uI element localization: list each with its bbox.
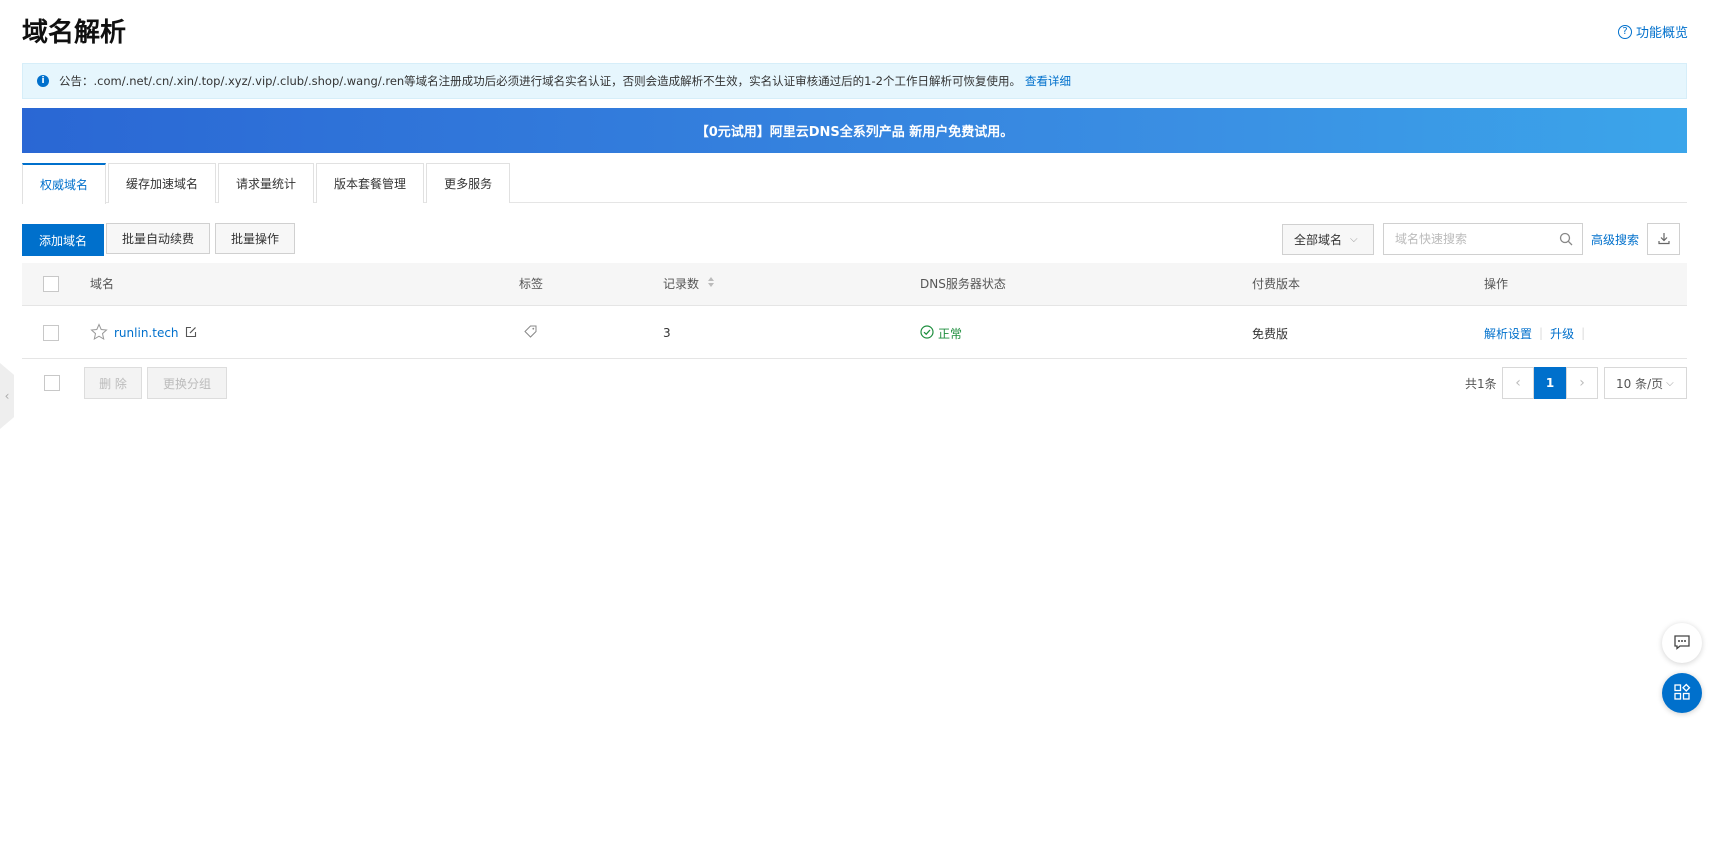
divider: | [1581,326,1586,340]
upgrade-link[interactable]: 升级 [1550,325,1574,342]
domain-filter-select[interactable]: 全部域名 ⌵ [1282,224,1374,255]
download-icon [1657,231,1671,248]
apps-icon [1673,683,1691,704]
notice-bar: i 公告：.com/.net/.cn/.xin/.top/.xyz/.vip/.… [22,63,1687,99]
page-size-select[interactable]: 10 条/页 ⌵ [1604,367,1687,399]
table-row: runlin.tech 3 正常 免费版 解析设置 | 升级 | [22,307,1687,359]
edition-cell: 免费版 [1252,326,1289,341]
dns-status-text: 正常 [938,326,963,341]
domain-filter-value: 全部域名 [1294,233,1343,247]
info-icon: i [37,75,49,87]
divider: | [1539,326,1544,340]
star-icon[interactable] [90,322,108,344]
tab-version-plans[interactable]: 版本套餐管理 [316,163,425,203]
column-header-records[interactable]: 记录数 [663,263,715,306]
sidebar-collapse-handle[interactable]: ‹ [0,363,14,429]
next-page-button[interactable]: › [1566,367,1598,399]
apps-float-button[interactable] [1662,673,1702,713]
prev-page-button[interactable]: ‹ [1502,367,1534,399]
select-all-checkbox[interactable] [43,276,59,292]
domain-cell: runlin.tech [90,307,197,359]
search-icon[interactable] [1559,232,1573,249]
overview-link-label: 功能概览 [1635,26,1688,41]
check-circle-icon [920,324,934,342]
edit-icon[interactable] [185,326,197,341]
chat-float-button[interactable] [1662,623,1702,663]
add-domain-button[interactable]: 添加域名 [22,224,104,256]
overview-link[interactable]: ? 功能概览 [1617,22,1688,41]
change-group-button[interactable]: 更换分组 [147,367,227,399]
domain-search-input[interactable] [1395,232,1555,246]
column-header-records-label: 记录数 [663,277,700,291]
chevron-down-icon: ⌵ [1666,377,1674,389]
promo-banner[interactable]: 【0元试用】阿里云DNS全系列产品 新用户免费试用。 [22,108,1687,153]
tab-request-statistics[interactable]: 请求量统计 [218,163,315,203]
page-size-value: 10 条/页 [1616,376,1664,391]
tag-cell[interactable] [524,307,537,359]
chevron-right-icon: › [1579,375,1585,391]
row-checkbox[interactable] [43,325,59,341]
tab-cache-acceleration[interactable]: 缓存加速域名 [108,163,217,203]
tab-more-services[interactable]: 更多服务 [426,163,511,203]
promo-banner-text: 【0元试用】阿里云DNS全系列产品 新用户免费试用。 [695,125,1014,140]
delete-button[interactable]: 删 除 [84,367,142,399]
chevron-left-icon: ‹ [4,389,10,403]
batch-auto-renew-button[interactable]: 批量自动续费 [106,223,210,254]
notice-detail-link[interactable]: 查看详细 [1025,73,1071,89]
chevron-left-icon: ‹ [1515,375,1521,391]
chevron-down-icon: ⌵ [1350,234,1358,245]
domain-link[interactable]: runlin.tech [114,326,179,340]
dns-status-cell: 正常 [920,307,962,359]
table-header: 域名 标签 记录数 DNS服务器状态 付费版本 操作 [22,263,1687,306]
tab-authoritative-domains[interactable]: 权威域名 [22,163,107,204]
records-cell: 3 [663,326,671,340]
page-title: 域名解析 [22,18,127,48]
sort-icon[interactable] [707,263,715,306]
column-header-dns-status: DNS服务器状态 [920,277,1006,291]
pagination-total: 共1条 [1465,377,1497,391]
column-header-domain: 域名 [90,277,115,291]
column-header-tag: 标签 [519,277,544,291]
search-box [1383,223,1583,255]
actions-cell: 解析设置 | 升级 | [1484,307,1592,359]
tab-bar: 权威域名 缓存加速域名 请求量统计 版本套餐管理 更多服务 [22,163,1687,204]
column-header-actions: 操作 [1484,277,1509,291]
download-button[interactable] [1647,223,1680,255]
footer-select-all-checkbox[interactable] [44,375,60,391]
batch-operations-button[interactable]: 批量操作 [215,223,295,254]
notice-text: 公告：.com/.net/.cn/.xin/.top/.xyz/.vip/.cl… [59,74,1021,88]
dns-settings-link[interactable]: 解析设置 [1484,325,1532,342]
question-circle-icon: ? [1617,24,1632,39]
tag-icon[interactable] [524,325,537,341]
chat-icon [1673,633,1691,654]
column-header-edition: 付费版本 [1252,277,1301,291]
page-1-button[interactable]: 1 [1534,367,1566,399]
advanced-search-link[interactable]: 高级搜索 [1591,231,1639,248]
